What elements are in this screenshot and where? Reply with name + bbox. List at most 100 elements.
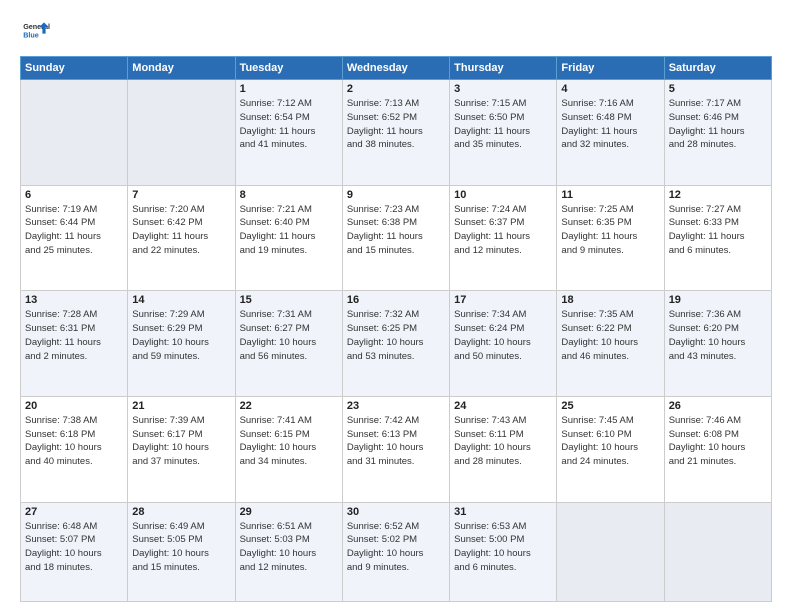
calendar-cell: 20Sunrise: 7:38 AMSunset: 6:18 PMDayligh… [21, 396, 128, 502]
day-info: Sunrise: 6:49 AMSunset: 5:05 PMDaylight:… [132, 520, 230, 575]
calendar-cell [557, 502, 664, 601]
day-number: 16 [347, 294, 445, 306]
calendar-cell: 2 Sunrise: 7:13 AMSunset: 6:52 PMDaylight… [342, 80, 449, 186]
calendar-cell: 5 Sunrise: 7:17 AMSunset: 6:46 PMDaylight… [664, 80, 771, 186]
day-number: 19 [669, 294, 767, 306]
logo: General Blue [20, 16, 52, 48]
day-number: 29 [240, 506, 338, 518]
day-number: 23 [347, 400, 445, 412]
day-info: Sunrise: 7:24 AMSunset: 6:37 PMDaylight:… [454, 203, 552, 258]
day-info: Sunrise: 7:28 AMSunset: 6:31 PMDaylight:… [25, 308, 123, 363]
day-number: 25 [561, 400, 659, 412]
day-info: Sunrise: 7:46 AMSunset: 6:08 PMDaylight:… [669, 414, 767, 469]
day-number: 15 [240, 294, 338, 306]
weekday-sunday: Sunday [21, 57, 128, 80]
day-number: 18 [561, 294, 659, 306]
calendar-table: SundayMondayTuesdayWednesdayThursdayFrid… [20, 56, 772, 602]
day-number: 21 [132, 400, 230, 412]
calendar-cell: 19 Sunrise: 7:36 AMSunset: 6:20 PMDayligh… [664, 291, 771, 397]
day-number: 4 [561, 83, 659, 95]
calendar-cell: 13 Sunrise: 7:28 AMSunset: 6:31 PMDayligh… [21, 291, 128, 397]
logo-icon: General Blue [20, 16, 52, 48]
calendar-week-3: 13 Sunrise: 7:28 AMSunset: 6:31 PMDayligh… [21, 291, 772, 397]
weekday-friday: Friday [557, 57, 664, 80]
weekday-header-row: SundayMondayTuesdayWednesdayThursdayFrid… [21, 57, 772, 80]
calendar-cell: 15 Sunrise: 7:31 AMSunset: 6:27 PMDayligh… [235, 291, 342, 397]
day-info: Sunrise: 7:23 AMSunset: 6:38 PMDaylight:… [347, 203, 445, 258]
day-info: Sunrise: 6:51 AMSunset: 5:03 PMDaylight:… [240, 520, 338, 575]
day-info: Sunrise: 7:19 AMSunset: 6:44 PMDaylight:… [25, 203, 123, 258]
page: General Blue SundayMondayTuesdayWednesda… [0, 0, 792, 612]
calendar-week-2: 6 Sunrise: 7:19 AMSunset: 6:44 PMDaylight… [21, 185, 772, 291]
day-info: Sunrise: 7:36 AMSunset: 6:20 PMDaylight:… [669, 308, 767, 363]
day-number: 12 [669, 189, 767, 201]
day-number: 14 [132, 294, 230, 306]
calendar-cell: 26 Sunrise: 7:46 AMSunset: 6:08 PMDayligh… [664, 396, 771, 502]
calendar-cell: 18Sunrise: 7:35 AMSunset: 6:22 PMDayligh… [557, 291, 664, 397]
weekday-monday: Monday [128, 57, 235, 80]
day-number: 11 [561, 189, 659, 201]
day-info: Sunrise: 7:25 AMSunset: 6:35 PMDaylight:… [561, 203, 659, 258]
day-info: Sunrise: 7:39 AMSunset: 6:17 PMDaylight:… [132, 414, 230, 469]
weekday-saturday: Saturday [664, 57, 771, 80]
calendar-cell: 3 Sunrise: 7:15 AMSunset: 6:50 PMDaylight… [450, 80, 557, 186]
day-number: 3 [454, 83, 552, 95]
calendar-cell: 10 Sunrise: 7:24 AMSunset: 6:37 PMDayligh… [450, 185, 557, 291]
day-number: 2 [347, 83, 445, 95]
day-info: Sunrise: 7:31 AMSunset: 6:27 PMDaylight:… [240, 308, 338, 363]
day-number: 5 [669, 83, 767, 95]
day-number: 6 [25, 189, 123, 201]
day-number: 1 [240, 83, 338, 95]
day-info: Sunrise: 7:45 AMSunset: 6:10 PMDaylight:… [561, 414, 659, 469]
calendar-week-1: 1 Sunrise: 7:12 AMSunset: 6:54 PMDaylight… [21, 80, 772, 186]
calendar-cell: 28 Sunrise: 6:49 AMSunset: 5:05 PMDayligh… [128, 502, 235, 601]
calendar-cell [664, 502, 771, 601]
day-info: Sunrise: 6:53 AMSunset: 5:00 PMDaylight:… [454, 520, 552, 575]
day-number: 17 [454, 294, 552, 306]
weekday-thursday: Thursday [450, 57, 557, 80]
day-number: 7 [132, 189, 230, 201]
day-info: Sunrise: 7:16 AMSunset: 6:48 PMDaylight:… [561, 97, 659, 152]
calendar-cell: 9 Sunrise: 7:23 AMSunset: 6:38 PMDaylight… [342, 185, 449, 291]
day-number: 10 [454, 189, 552, 201]
calendar-cell: 25 Sunrise: 7:45 AMSunset: 6:10 PMDayligh… [557, 396, 664, 502]
day-info: Sunrise: 7:29 AMSunset: 6:29 PMDaylight:… [132, 308, 230, 363]
calendar-cell: 6 Sunrise: 7:19 AMSunset: 6:44 PMDaylight… [21, 185, 128, 291]
day-info: Sunrise: 6:48 AMSunset: 5:07 PMDaylight:… [25, 520, 123, 575]
day-info: Sunrise: 6:52 AMSunset: 5:02 PMDaylight:… [347, 520, 445, 575]
weekday-tuesday: Tuesday [235, 57, 342, 80]
day-info: Sunrise: 7:13 AMSunset: 6:52 PMDaylight:… [347, 97, 445, 152]
calendar-cell: 24 Sunrise: 7:43 AMSunset: 6:11 PMDayligh… [450, 396, 557, 502]
calendar-cell: 4 Sunrise: 7:16 AMSunset: 6:48 PMDaylight… [557, 80, 664, 186]
calendar-cell [21, 80, 128, 186]
calendar-cell: 31Sunrise: 6:53 AMSunset: 5:00 PMDayligh… [450, 502, 557, 601]
calendar-cell: 14 Sunrise: 7:29 AMSunset: 6:29 PMDayligh… [128, 291, 235, 397]
day-info: Sunrise: 7:12 AMSunset: 6:54 PMDaylight:… [240, 97, 338, 152]
day-number: 8 [240, 189, 338, 201]
day-info: Sunrise: 7:27 AMSunset: 6:33 PMDaylight:… [669, 203, 767, 258]
calendar-cell: 7 Sunrise: 7:20 AMSunset: 6:42 PMDaylight… [128, 185, 235, 291]
calendar-cell: 30 Sunrise: 6:52 AMSunset: 5:02 PMDayligh… [342, 502, 449, 601]
calendar-cell: 22Sunrise: 7:41 AMSunset: 6:15 PMDayligh… [235, 396, 342, 502]
calendar-cell: 11 Sunrise: 7:25 AMSunset: 6:35 PMDayligh… [557, 185, 664, 291]
calendar-cell: 27Sunrise: 6:48 AMSunset: 5:07 PMDayligh… [21, 502, 128, 601]
day-info: Sunrise: 7:21 AMSunset: 6:40 PMDaylight:… [240, 203, 338, 258]
day-info: Sunrise: 7:20 AMSunset: 6:42 PMDaylight:… [132, 203, 230, 258]
day-number: 28 [132, 506, 230, 518]
calendar-cell: 12 Sunrise: 7:27 AMSunset: 6:33 PMDayligh… [664, 185, 771, 291]
day-number: 26 [669, 400, 767, 412]
day-info: Sunrise: 7:38 AMSunset: 6:18 PMDaylight:… [25, 414, 123, 469]
day-number: 13 [25, 294, 123, 306]
calendar-cell: 1 Sunrise: 7:12 AMSunset: 6:54 PMDaylight… [235, 80, 342, 186]
day-info: Sunrise: 7:17 AMSunset: 6:46 PMDaylight:… [669, 97, 767, 152]
day-number: 24 [454, 400, 552, 412]
calendar-cell [128, 80, 235, 186]
day-number: 30 [347, 506, 445, 518]
day-number: 9 [347, 189, 445, 201]
day-info: Sunrise: 7:34 AMSunset: 6:24 PMDaylight:… [454, 308, 552, 363]
day-info: Sunrise: 7:41 AMSunset: 6:15 PMDaylight:… [240, 414, 338, 469]
calendar-week-4: 20Sunrise: 7:38 AMSunset: 6:18 PMDayligh… [21, 396, 772, 502]
day-info: Sunrise: 7:43 AMSunset: 6:11 PMDaylight:… [454, 414, 552, 469]
day-info: Sunrise: 7:15 AMSunset: 6:50 PMDaylight:… [454, 97, 552, 152]
calendar-cell: 17 Sunrise: 7:34 AMSunset: 6:24 PMDayligh… [450, 291, 557, 397]
